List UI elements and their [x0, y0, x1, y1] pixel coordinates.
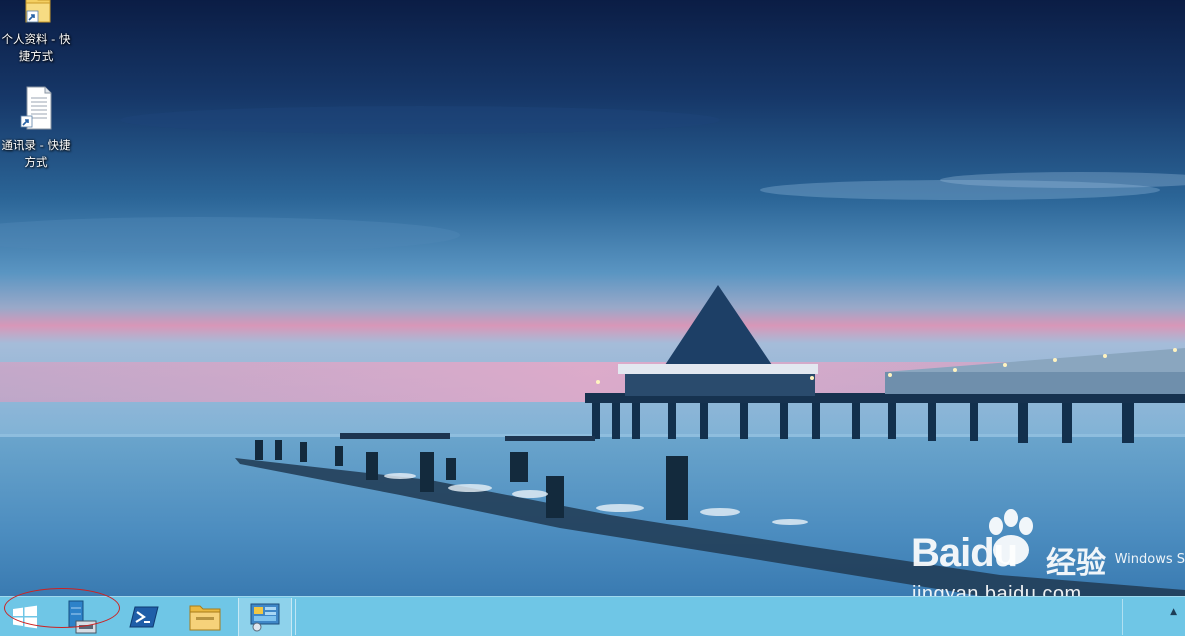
powershell-button[interactable] — [124, 598, 164, 636]
desktop-icon-contacts[interactable]: 通讯录 - 快捷方式 — [0, 86, 72, 171]
file-explorer-button[interactable] — [184, 598, 226, 636]
os-version-watermark: Windows S — [1114, 552, 1185, 567]
taskbar: ▲ — [0, 596, 1185, 636]
server-manager-button[interactable] — [60, 598, 102, 636]
desktop-icon-label: 个人资料 - 快捷方式 — [1, 32, 71, 63]
taskbar-divider — [295, 599, 296, 635]
powershell-icon — [129, 606, 159, 628]
control-panel-button[interactable] — [238, 598, 292, 636]
tray-divider — [1122, 599, 1123, 635]
server-manager-icon — [68, 600, 97, 634]
desktop-icon-personal-data[interactable]: 个人资料 - 快捷方式 — [0, 0, 72, 65]
folder-shortcut-icon — [0, 0, 72, 29]
desktop-icon-label: 通讯录 - 快捷方式 — [1, 138, 71, 169]
control-panel-icon — [250, 603, 280, 632]
text-file-shortcut-icon — [0, 86, 72, 135]
wallpaper — [0, 0, 1185, 636]
file-explorer-icon — [189, 605, 221, 631]
show-hidden-icons-arrow-icon[interactable]: ▲ — [1170, 607, 1177, 617]
start-button[interactable] — [6, 598, 44, 636]
windows-logo-icon — [13, 605, 37, 629]
desktop: 个人资料 - 快捷方式 通讯录 - 快捷方式 Windows S Baidu 经… — [0, 0, 1185, 636]
